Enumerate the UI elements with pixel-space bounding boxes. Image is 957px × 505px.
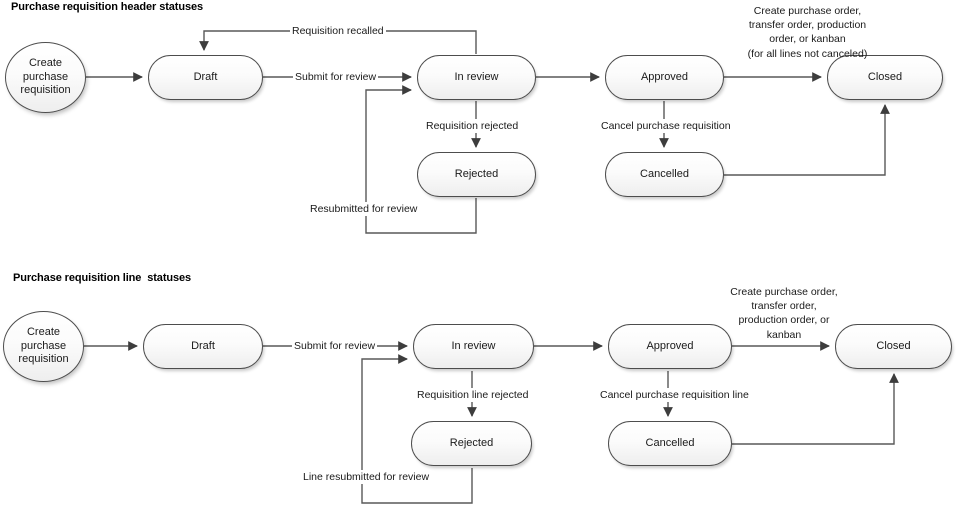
node-rejected-header[interactable]: Rejected	[417, 152, 536, 197]
header-diagram-title: Purchase requisition header statuses	[11, 1, 204, 13]
node-label: Cancelled	[645, 436, 695, 449]
edge-label-create-orders-line: Create purchase order, transfer order, pro…	[730, 286, 838, 341]
node-label: Cancelled	[640, 167, 689, 180]
node-create-purchase-requisition-header[interactable]: Create purchase requisition	[5, 42, 86, 113]
edge-label-submit-for-review-header: Submit for review	[293, 70, 379, 85]
node-draft-header[interactable]: Draft	[148, 55, 263, 100]
node-draft-line[interactable]: Draft	[143, 324, 263, 369]
node-closed-header[interactable]: Closed	[827, 55, 943, 100]
node-approved-header[interactable]: Approved	[605, 55, 724, 100]
node-label: Create purchase requisition	[20, 56, 71, 97]
node-label: In review	[451, 339, 496, 352]
node-label: Approved	[640, 70, 689, 83]
node-label: Draft	[193, 70, 218, 83]
node-label: Closed	[876, 339, 911, 352]
node-in-review-header[interactable]: In review	[417, 55, 536, 100]
node-rejected-line[interactable]: Rejected	[411, 421, 532, 466]
node-in-review-line[interactable]: In review	[413, 324, 534, 369]
node-label: Draft	[191, 339, 215, 352]
edge-label-create-orders-header: Create purchase order, transfer order, pr…	[747, 5, 868, 60]
node-label: Rejected	[454, 167, 499, 180]
edge-label-resubmitted-for-review: Resubmitted for review	[308, 202, 420, 217]
node-label: Rejected	[449, 436, 494, 449]
edge-label-requisition-line-rejected: Requisition line rejected	[415, 388, 531, 403]
edge-label-submit-for-review-line: Submit for review	[292, 339, 378, 354]
edge-label-requisition-rejected: Requisition rejected	[424, 119, 521, 134]
connector-l-e8	[732, 373, 899, 445]
node-label: Create purchase requisition	[18, 325, 69, 366]
node-label: In review	[454, 70, 499, 83]
node-label: Approved	[646, 339, 694, 352]
node-cancelled-line[interactable]: Cancelled	[608, 421, 732, 466]
connector-h-e9	[724, 104, 890, 176]
line-diagram-title: Purchase requisition line statuses	[13, 272, 192, 284]
node-approved-line[interactable]: Approved	[608, 324, 732, 369]
node-create-purchase-requisition-line[interactable]: Create purchase requisition	[3, 311, 84, 382]
node-closed-line[interactable]: Closed	[835, 324, 952, 369]
edge-label-cancel-purchase-requisition: Cancel purchase requisition	[599, 119, 733, 134]
node-cancelled-header[interactable]: Cancelled	[605, 152, 724, 197]
node-label: Closed	[867, 70, 903, 83]
edge-label-requisition-recalled: Requisition recalled	[290, 24, 386, 39]
edge-label-cancel-purchase-requisition-line: Cancel purchase requisition line	[598, 388, 751, 403]
edge-label-line-resubmitted-for-review: Line resubmitted for review	[301, 470, 432, 485]
